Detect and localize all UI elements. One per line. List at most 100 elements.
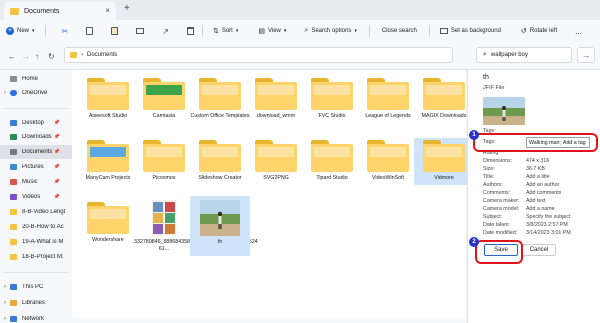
refresh-icon[interactable]: ↻ — [48, 52, 55, 61]
folder-icon — [10, 209, 17, 215]
detail-row-camera-model[interactable]: Camera model: Add a name — [483, 206, 600, 213]
picture-icon — [439, 28, 448, 34]
search-icon: ⌕ — [304, 27, 309, 34]
folder-icon — [10, 224, 17, 230]
toolbar-divider — [44, 25, 46, 37]
folder-item-selected[interactable]: Vidmore — [414, 138, 474, 185]
collage-thumbnail-icon — [152, 200, 176, 236]
close-search-label: Close search — [381, 28, 417, 34]
tab-title: Documents — [24, 7, 60, 15]
search-input[interactable]: ⌕ wallpaper boy — [476, 47, 572, 63]
detail-row-camera-maker[interactable]: Camera maker: Add text — [483, 198, 600, 205]
toolbar-divider — [428, 25, 430, 37]
pin-icon: 📌 — [53, 149, 60, 155]
search-go-button[interactable]: → — [577, 47, 595, 63]
rename-icon[interactable] — [136, 28, 145, 34]
download-icon — [10, 134, 17, 140]
image-file-item-selected[interactable]: th — [190, 196, 250, 256]
cancel-button[interactable]: Cancel — [522, 244, 556, 256]
sidebar-item-home[interactable]: Home — [0, 72, 72, 86]
detail-row-subject[interactable]: Subject: Specify the subject — [483, 214, 600, 221]
tab-documents[interactable]: Documents × — [4, 2, 116, 20]
view-icon: ▤ — [258, 28, 265, 35]
pin-icon: 📌 — [53, 194, 60, 200]
folder-item[interactable]: SVG2PNG — [246, 138, 306, 182]
address-bar[interactable]: › Documents — [64, 47, 453, 63]
sidebar-item-folder[interactable]: 18-B-Project M: — [0, 250, 72, 264]
photo-thumbnail-icon — [200, 200, 240, 236]
pin-icon: 📌 — [53, 164, 60, 170]
document-icon — [10, 149, 17, 155]
pin-icon: 📌 — [53, 179, 60, 185]
sidebar-item-music[interactable]: Music 📌 — [0, 175, 72, 189]
sidebar-item-downloads[interactable]: Downloads 📌 — [0, 130, 72, 144]
folder-icon — [70, 52, 77, 58]
folder-item[interactable]: Picosmos — [134, 138, 194, 182]
folder-item[interactable]: Slideshow Creator — [190, 138, 250, 182]
rotate-left-button[interactable]: ↺ Rotate left — [521, 27, 557, 35]
desktop-icon — [10, 120, 17, 126]
pin-icon: 📌 — [53, 120, 60, 126]
sidebar-item-pictures[interactable]: Pictures 📌 — [0, 160, 72, 174]
horizontal-scrollbar[interactable] — [72, 318, 466, 323]
forward-arrow-icon[interactable]: → — [22, 52, 30, 61]
back-arrow-icon[interactable]: ← — [8, 52, 16, 61]
chevron-down-icon: ▾ — [354, 28, 357, 34]
folder-item[interactable]: Aiseesoft Studio — [78, 76, 138, 120]
sidebar-item-folder[interactable]: 8-B-Video Lengt — [0, 205, 72, 219]
folder-icon — [87, 202, 129, 234]
folder-item[interactable]: download_wmm — [246, 76, 306, 120]
copy-icon[interactable] — [86, 27, 94, 35]
folder-item[interactable]: Tipard Studio — [302, 138, 362, 182]
music-icon — [10, 179, 17, 185]
sidebar-item-documents[interactable]: Documents 📌 — [0, 145, 72, 159]
sidebar-item-folder[interactable]: 20-B-How to Ac — [0, 220, 72, 234]
folder-icon — [87, 78, 129, 110]
delete-icon[interactable] — [186, 27, 194, 35]
step-marker-2: 2 — [469, 237, 479, 247]
sidebar-item-folder[interactable]: 19-A-What is M — [0, 235, 72, 249]
chevron-right-icon: › — [4, 90, 6, 96]
folder-icon — [87, 140, 129, 172]
sort-button[interactable]: ⇅ Sort ▾ — [213, 27, 238, 35]
folder-item[interactable]: Custom Office Templates — [190, 76, 250, 120]
share-icon[interactable]: ↗ — [162, 27, 169, 36]
folder-item[interactable]: League of Legends — [358, 76, 418, 120]
up-arrow-icon[interactable]: ↑ — [35, 52, 39, 61]
folder-item[interactable]: Camtasia — [134, 76, 194, 120]
detail-row-comments[interactable]: Comments: Add comments — [483, 190, 600, 197]
folder-item[interactable]: Wondershare — [78, 200, 138, 244]
view-button[interactable]: ▤ View ▾ — [258, 27, 286, 35]
details-file-type: JFIF File — [483, 85, 505, 91]
video-icon — [10, 194, 17, 200]
toolbar-divider — [201, 25, 203, 37]
image-file-item[interactable]: 332780846_888684358913184_56689654220345… — [134, 198, 258, 252]
paste-icon[interactable] — [111, 27, 119, 35]
search-options-button[interactable]: ⌕ Search options ▾ — [304, 27, 356, 35]
sidebar-item-desktop[interactable]: Desktop 📌 — [0, 116, 72, 130]
sidebar-item-onedrive[interactable]: › OneDrive — [0, 86, 72, 100]
folder-item[interactable]: MAGIX Downloads — [414, 76, 474, 120]
sidebar-item-videos[interactable]: Videos 📌 — [0, 190, 72, 204]
sidebar-divider — [4, 272, 68, 273]
folder-item[interactable]: FVC Studio — [302, 76, 362, 120]
folder-item[interactable]: ManyCam Projects — [78, 138, 138, 182]
more-options-button[interactable]: ... — [575, 27, 582, 36]
detail-row-title[interactable]: Title: Add a title — [483, 174, 600, 181]
detail-row-authors[interactable]: Authors: Add an author — [483, 182, 600, 189]
cut-icon[interactable]: ✂ — [62, 27, 69, 36]
close-tab-icon[interactable]: × — [105, 6, 110, 15]
rotate-left-icon: ↺ — [520, 28, 527, 35]
new-tab-button[interactable]: + — [124, 3, 130, 14]
set-background-button[interactable]: Set as background — [439, 28, 501, 34]
search-options-label: Search options — [311, 28, 352, 34]
new-button[interactable]: + New ▾ — [6, 27, 35, 35]
sidebar-item-libraries[interactable]: › Libraries — [0, 296, 72, 310]
sidebar-item-network[interactable]: › Network — [0, 312, 72, 323]
folder-icon — [10, 7, 19, 15]
sidebar-item-this-pc[interactable]: › This PC — [0, 280, 72, 294]
folder-icon — [311, 140, 353, 172]
close-search-button[interactable]: Close search — [382, 28, 417, 34]
folder-item[interactable]: VideoWinSoft — [358, 138, 418, 182]
folder-icon — [199, 140, 241, 172]
